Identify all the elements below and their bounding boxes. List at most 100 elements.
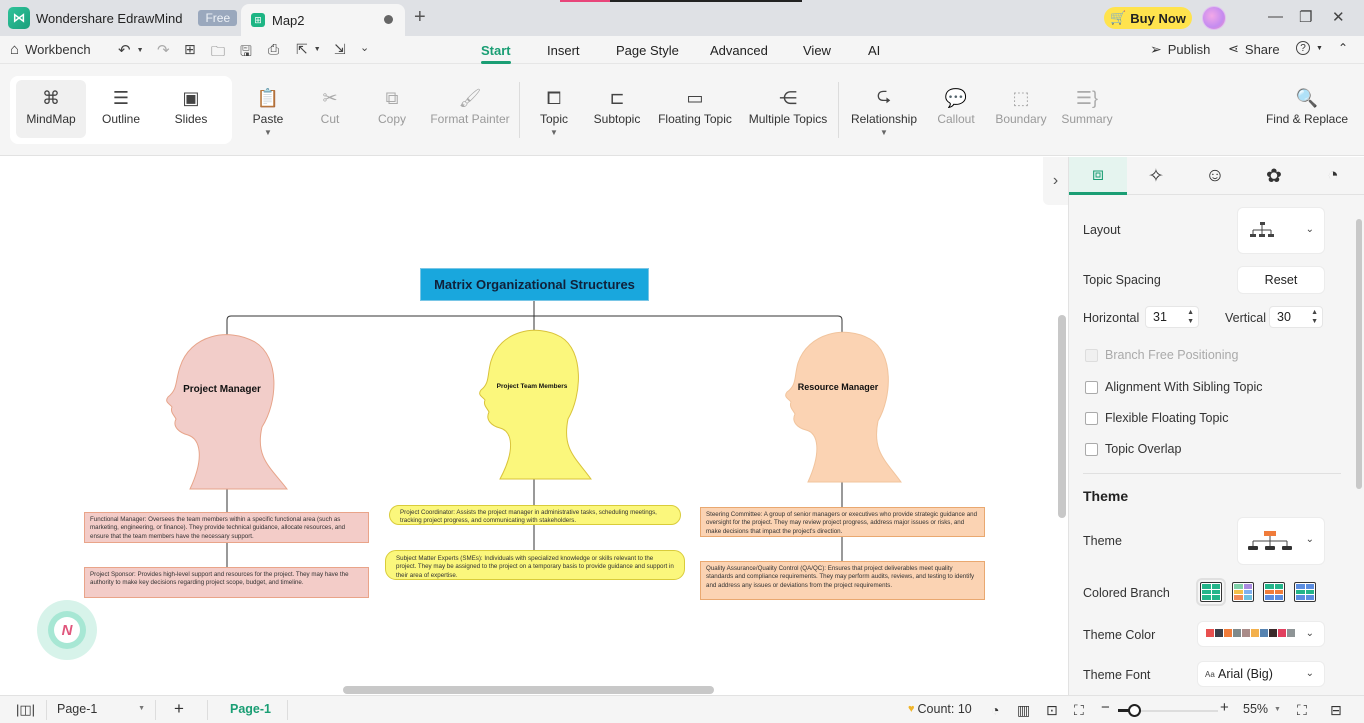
tab-view[interactable]: View <box>803 43 831 58</box>
restore-button[interactable]: ❐ <box>1299 8 1312 26</box>
zoom-level-select[interactable]: 55% ▼ <box>1243 702 1281 716</box>
multiple-topics-icon: ⋲ <box>779 87 797 108</box>
vertical-spacing-input[interactable]: 30 ▲ ▼ <box>1269 306 1323 328</box>
app-home-tab[interactable]: ⋈ Wondershare EdrawMind Free <box>8 4 238 32</box>
fullscreen-button[interactable]: ⛶ <box>1297 702 1307 719</box>
branch-free-positioning-checkbox[interactable]: Branch Free Positioning <box>1085 348 1238 362</box>
relationship-button[interactable]: ⮎ Relationship ▼ <box>850 84 918 137</box>
help-button[interactable]: ? ▼ <box>1296 41 1323 55</box>
collapse-ribbon-button[interactable]: ⌃ <box>1338 41 1348 55</box>
tab-ai-style[interactable]: ✧ <box>1127 157 1185 195</box>
outline-view-button[interactable]: ☰ Outline <box>88 80 154 138</box>
topic-resource-manager[interactable]: Resource Manager <box>792 382 884 392</box>
tab-layout[interactable]: ⧈ <box>1069 157 1127 195</box>
detail-subject-matter-experts[interactable]: Subject Matter Experts (SMEs): Individua… <box>385 550 685 580</box>
new-tab-button[interactable]: + <box>414 6 426 29</box>
spinner-arrows-icon[interactable]: ▲ ▼ <box>1187 308 1194 326</box>
multiple-topics-button[interactable]: ⋲ Multiple Topics <box>747 84 829 127</box>
find-replace-button[interactable]: 🔍 Find & Replace <box>1264 84 1350 127</box>
zoom-in-button[interactable]: + <box>1220 699 1229 716</box>
canvas-vertical-scrollbar[interactable] <box>1058 315 1066 518</box>
colored-branch-option-1[interactable] <box>1196 578 1226 606</box>
tab-insert[interactable]: Insert <box>547 43 580 58</box>
buy-now-button[interactable]: 🛒 Buy Now <box>1104 7 1192 29</box>
tab-advanced[interactable]: Advanced <box>710 43 768 58</box>
format-painter-button[interactable]: 🖌 Format Painter <box>430 84 510 127</box>
tab-marker[interactable]: ☺ <box>1186 157 1244 195</box>
detail-steering-committee[interactable]: Steering Committee: A group of senior ma… <box>700 507 985 537</box>
layout-select[interactable]: ⌄ <box>1237 207 1325 254</box>
fit-to-window-button[interactable]: ⊟ <box>1330 702 1342 719</box>
tab-page-style[interactable]: Page Style <box>616 43 679 58</box>
paste-button[interactable]: 📋 Paste ▼ <box>247 84 289 138</box>
boundary-button[interactable]: ⬚ Boundary <box>995 84 1047 127</box>
workbench-button[interactable]: ⌂ Workbench <box>10 41 91 58</box>
unsaved-dot-icon[interactable] <box>384 15 393 24</box>
summary-button[interactable]: ☰} Summary <box>1061 84 1112 127</box>
share-button[interactable]: ⋖ Share <box>1228 41 1280 57</box>
topic-button[interactable]: ⧠ Topic ▼ <box>536 84 572 138</box>
detail-qa-qc[interactable]: Quality Assurance/Quality Control (QA/QC… <box>700 561 985 600</box>
panel-scrollbar[interactable] <box>1356 219 1362 489</box>
print-button[interactable]: ⎙ <box>268 41 279 58</box>
reset-spacing-button[interactable]: Reset <box>1237 266 1325 294</box>
redo-button[interactable]: ↷ <box>157 41 170 59</box>
spinner-arrows-icon[interactable]: ▲ ▼ <box>1311 308 1318 326</box>
mindmap-view-button[interactable]: ⌘ MindMap <box>16 80 86 138</box>
topic-overlap-checkbox[interactable]: Topic Overlap <box>1085 442 1181 456</box>
collapse-panel-button[interactable]: › <box>1043 157 1068 205</box>
detail-project-sponsor[interactable]: Project Sponsor: Provides high-level sup… <box>84 567 369 598</box>
horizontal-spacing-input[interactable]: 31 ▲ ▼ <box>1145 306 1199 328</box>
tab-ai[interactable]: AI <box>868 43 880 58</box>
root-topic[interactable]: Matrix Organizational Structures <box>420 268 649 301</box>
new-file-button[interactable]: ⊞ <box>184 41 196 58</box>
cut-button[interactable]: ✂ Cut <box>310 84 350 127</box>
reading-mode-button[interactable]: ▥ <box>1017 702 1030 719</box>
detail-functional-manager[interactable]: Functional Manager: Oversees the team me… <box>84 512 369 543</box>
tab-theme[interactable]: ✿ <box>1245 157 1303 195</box>
floating-topic-button[interactable]: ▭ Floating Topic <box>656 84 734 127</box>
ai-assistant-button[interactable]: N <box>37 600 97 660</box>
theme-color-select[interactable]: ⌄ <box>1197 621 1325 647</box>
zoom-out-button[interactable]: − <box>1101 699 1110 716</box>
tab-history[interactable]: ◔ <box>1304 157 1362 195</box>
menu-bar: ⌂ Workbench ↶ ▼ ↷ ⊞ 🗀 🖫 ⎙ ⇱ ▼ ⇲ ⌄ Start In… <box>0 36 1364 64</box>
colored-branch-option-4[interactable] <box>1294 582 1316 602</box>
minimize-button[interactable]: — <box>1268 8 1283 25</box>
subtopic-button[interactable]: ⊏ Subtopic <box>591 84 643 127</box>
topic-project-manager[interactable]: Project Manager <box>176 384 268 395</box>
detail-project-coordinator[interactable]: Project Coordinator: Assists the project… <box>389 505 681 525</box>
theme-select[interactable]: ⌄ <box>1237 517 1325 565</box>
slides-view-button[interactable]: ▣ Slides <box>158 80 224 138</box>
zoom-slider[interactable] <box>1118 704 1218 717</box>
publish-button[interactable]: ➢ Publish <box>1150 41 1210 58</box>
page-tab-page-1[interactable]: Page-1 <box>230 702 271 716</box>
flexible-floating-topic-checkbox[interactable]: Flexible Floating Topic <box>1085 411 1228 425</box>
fit-page-button[interactable]: ⊡ <box>1046 702 1058 719</box>
customize-quickbar-button[interactable]: ⌄ <box>360 41 369 54</box>
topic-project-team-members[interactable]: Project Team Members <box>486 383 578 390</box>
toggle-sidebar-button[interactable]: |◫| <box>16 702 35 718</box>
undo-button[interactable]: ↶ ▼ <box>118 41 144 59</box>
open-file-button[interactable]: 🗀 <box>211 41 225 65</box>
close-button[interactable]: ✕ <box>1332 8 1345 26</box>
fit-width-button[interactable]: ⛶ <box>1074 702 1084 719</box>
colored-branch-option-3[interactable] <box>1263 582 1285 602</box>
callout-button[interactable]: 💬 Callout <box>935 84 977 127</box>
colored-branch-option-2[interactable] <box>1232 582 1254 602</box>
alignment-sibling-topic-checkbox[interactable]: Alignment With Sibling Topic <box>1085 380 1262 394</box>
document-tab[interactable]: ⊞ Map2 <box>241 4 405 36</box>
copy-button[interactable]: ⧉ Copy <box>370 84 414 127</box>
theme-font-select[interactable]: Aa Arial (Big) ⌄ <box>1197 661 1325 687</box>
user-avatar[interactable] <box>1202 6 1226 30</box>
export-button[interactable]: ⇱ ▼ <box>296 41 321 58</box>
tab-start[interactable]: Start <box>481 43 511 64</box>
theme-toggle-button[interactable]: ◔ <box>991 702 999 718</box>
canvas-horizontal-scrollbar[interactable] <box>343 686 714 694</box>
save-button[interactable]: 🖫 <box>240 41 252 65</box>
mindmap-canvas[interactable]: Matrix Organizational Structures Project… <box>0 157 1043 695</box>
page-select[interactable]: Page-1 ▼ <box>57 702 149 716</box>
zoom-slider-handle[interactable] <box>1127 704 1141 717</box>
import-button[interactable]: ⇲ <box>334 41 346 58</box>
add-page-button[interactable]: + <box>174 699 184 719</box>
